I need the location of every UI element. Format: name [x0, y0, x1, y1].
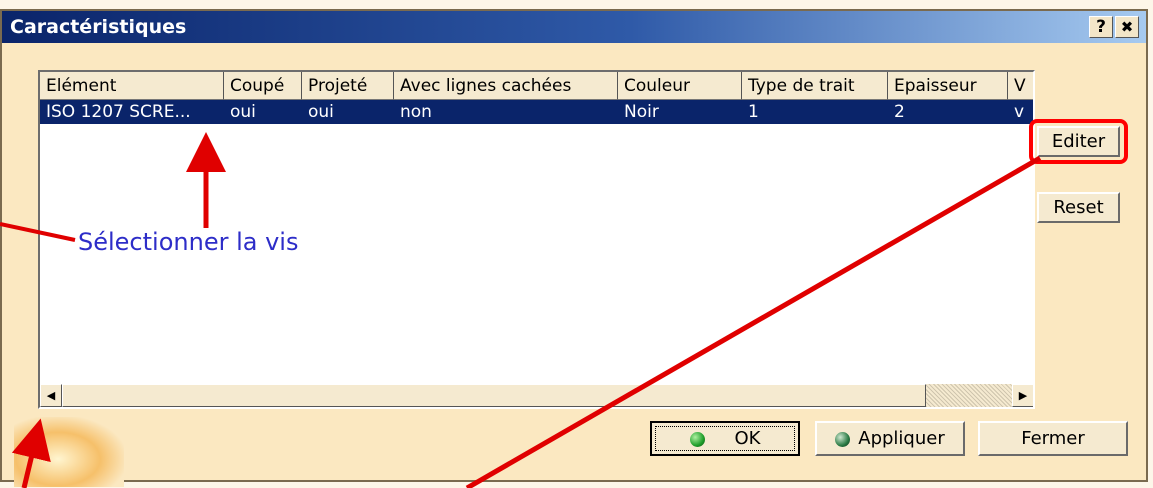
close-dialog-button[interactable]: Fermer	[978, 421, 1128, 456]
reset-button[interactable]: Reset	[1037, 192, 1120, 223]
cell-coupe: oui	[230, 102, 256, 122]
cell-line-type: 1	[748, 102, 759, 122]
column-header-color[interactable]: Couleur	[618, 72, 742, 100]
column-header-projete[interactable]: Projeté	[302, 72, 394, 100]
cell-hidden-lines: non	[400, 102, 432, 122]
close-button[interactable]: ✖	[1115, 16, 1139, 38]
ok-button[interactable]: OK	[650, 421, 800, 456]
cell-color: Noir	[624, 102, 659, 122]
cell-thickness: 2	[894, 102, 905, 122]
cell-projete: oui	[308, 102, 334, 122]
column-header-coupe[interactable]: Coupé	[224, 72, 302, 100]
scroll-right-arrow-icon[interactable]: ▶	[1012, 384, 1033, 407]
table-header: Elément Coupé Projeté Avec lignes cachée…	[40, 72, 1033, 100]
green-ball-icon	[835, 431, 851, 447]
column-header-v[interactable]: V	[1008, 72, 1033, 100]
dialog-title: Caractéristiques	[10, 16, 187, 38]
apply-button[interactable]: Appliquer	[815, 421, 965, 456]
table-row[interactable]: ISO 1207 SCRE... oui oui non Noir 1 2 v	[40, 100, 1033, 124]
scrollbar-thumb[interactable]	[62, 384, 926, 407]
column-header-line-type[interactable]: Type de trait	[742, 72, 888, 100]
column-header-hidden-lines[interactable]: Avec lignes cachées	[394, 72, 618, 100]
column-header-thickness[interactable]: Epaisseur	[888, 72, 1008, 100]
scrollbar-track[interactable]	[926, 384, 1012, 407]
title-bar[interactable]: Caractéristiques ? ✖	[2, 11, 1146, 43]
apply-label: Appliquer	[858, 428, 945, 449]
column-header-element[interactable]: Elément	[40, 72, 224, 100]
annotation-select-screw: Sélectionner la vis	[78, 228, 299, 256]
help-button[interactable]: ?	[1089, 16, 1113, 38]
scroll-left-arrow-icon[interactable]: ◀	[40, 384, 62, 407]
ok-label: OK	[734, 428, 761, 449]
edit-button-highlight	[1029, 119, 1128, 164]
catia-logo-swirl	[14, 417, 124, 487]
cell-element: ISO 1207 SCRE...	[46, 102, 191, 122]
horizontal-scrollbar[interactable]: ◀ ▶	[40, 384, 1033, 407]
ok-focus-rect	[655, 426, 795, 451]
